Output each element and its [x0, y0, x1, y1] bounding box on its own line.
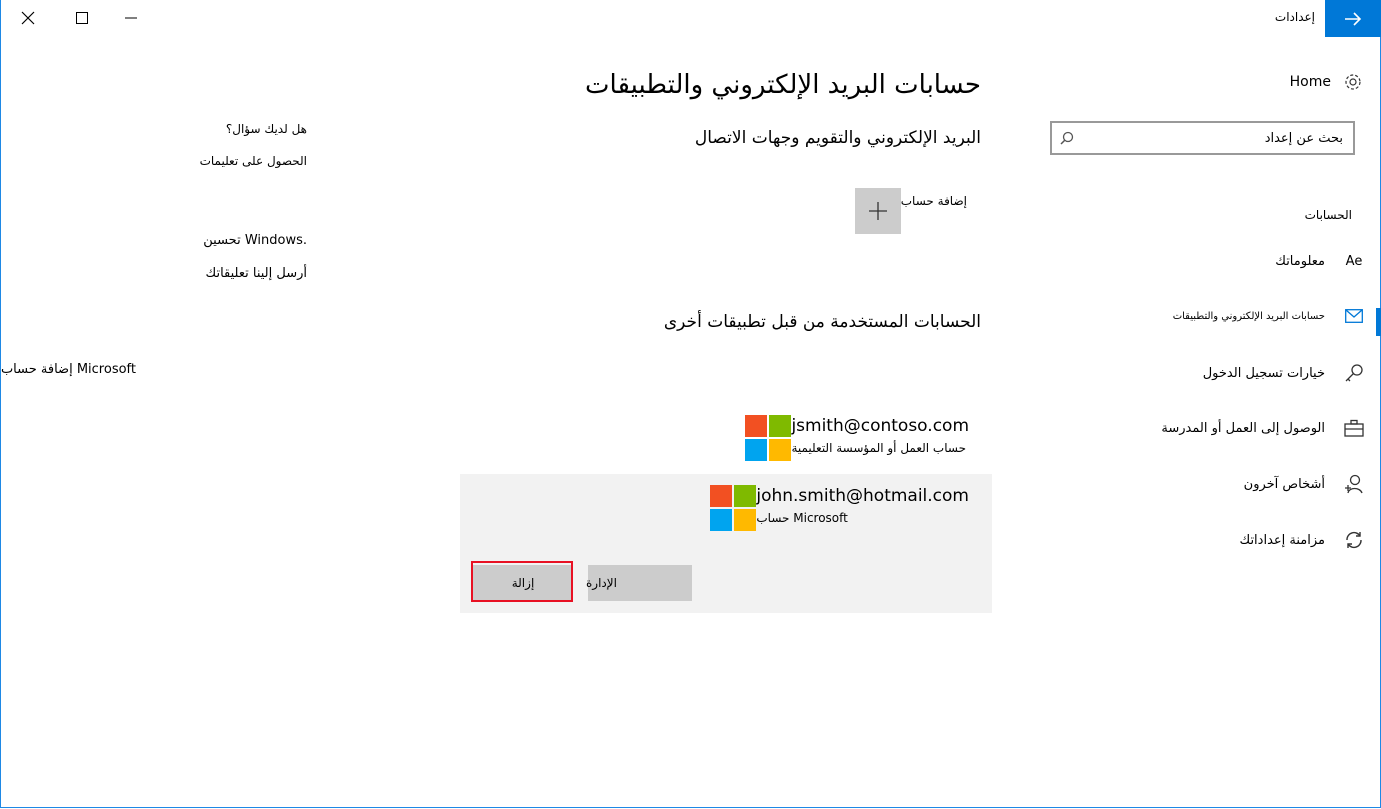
sidebar-item-label: حسابات البريد الإلكتروني والتطبيقات: [1172, 310, 1325, 322]
sidebar-item-sign-in-options[interactable]: خيارات تسجيل الدخول: [1021, 353, 1381, 393]
title-bar: إعدادات: [0, 0, 1381, 38]
manage-button[interactable]: الإدارة: [586, 565, 692, 601]
minimize-icon: [125, 17, 137, 19]
minimize-button[interactable]: [108, 0, 154, 36]
maximize-button[interactable]: [59, 0, 105, 36]
close-button[interactable]: [5, 0, 51, 36]
briefcase-icon: [1343, 417, 1365, 439]
active-indicator: [1376, 308, 1381, 336]
account-email: jsmith@contoso.com: [791, 416, 969, 436]
sidebar-item-work-school[interactable]: الوصول إلى العمل أو المدرسة: [1021, 408, 1381, 448]
account-type: حساب Microsoft: [756, 511, 848, 525]
person-add-icon: [1343, 473, 1365, 495]
maximize-icon: [76, 12, 88, 24]
your-info-icon: Ae: [1345, 253, 1363, 269]
arrow-right-icon: [1345, 11, 1362, 26]
sidebar-item-label: خيارات تسجيل الدخول: [1202, 365, 1325, 381]
section-email-calendar: البريد الإلكتروني والتقويم وجهات الاتصال: [694, 128, 981, 148]
mail-icon: [1343, 305, 1365, 327]
highlight-box: [471, 561, 573, 602]
microsoft-logo-icon: [745, 415, 792, 461]
microsoft-logo-icon: [710, 485, 757, 531]
feedback-link[interactable]: أرسل إلينا تعليقاتك: [206, 266, 308, 281]
sidebar-item-email-accounts[interactable]: حسابات البريد الإلكتروني والتطبيقات: [1021, 296, 1381, 336]
help-question: هل لديك سؤال؟: [225, 122, 307, 136]
search-placeholder: بحث عن إعداد: [1264, 131, 1343, 146]
plus-icon: [854, 188, 901, 234]
manage-label: الإدارة: [586, 576, 617, 590]
account-type: حساب العمل أو المؤسسة التعليمية: [791, 441, 967, 455]
close-icon: [21, 11, 35, 25]
gear-icon: [1345, 74, 1361, 90]
back-button[interactable]: [1325, 0, 1381, 37]
section-other-apps: الحسابات المستخدمة من قبل تطبيقات أخرى: [663, 312, 981, 332]
sidebar-item-label: مزامنة إعداداتك: [1239, 532, 1325, 548]
account-email: john.smith@hotmail.com: [756, 486, 969, 506]
sidebar-item-other-people[interactable]: أشخاص آخرون: [1021, 464, 1381, 504]
sidebar-item-label: أشخاص آخرون: [1243, 476, 1325, 492]
get-help-link[interactable]: الحصول على تعليمات: [200, 154, 307, 168]
sync-icon: [1343, 529, 1365, 551]
key-icon: [1343, 362, 1365, 384]
add-account-button[interactable]: إضافة حساب: [854, 188, 981, 234]
home-label: Home: [1289, 74, 1331, 90]
account-item-contoso[interactable]: jsmith@contoso.com حساب العمل أو المؤسسة…: [745, 415, 981, 461]
search-box[interactable]: بحث عن إعداد: [1050, 121, 1355, 155]
home-link[interactable]: Home: [1290, 72, 1363, 92]
sidebar-heading: الحسابات: [1304, 208, 1352, 222]
page-title: حسابات البريد الإلكتروني والتطبيقات: [585, 70, 981, 100]
account-item-hotmail[interactable]: john.smith@hotmail.com حساب Microsoft: [710, 485, 981, 531]
add-microsoft-account-link[interactable]: إضافة حساب Microsoft: [1, 362, 136, 377]
sidebar-item-label: الوصول إلى العمل أو المدرسة: [1161, 420, 1325, 436]
sidebar-item-label: معلوماتك: [1275, 253, 1325, 269]
improve-windows-heading: تحسين Windows.: [203, 233, 307, 248]
add-account-label: إضافة حساب: [900, 194, 967, 208]
search-icon[interactable]: [1060, 131, 1074, 145]
window-title: إعدادات: [1274, 10, 1315, 24]
sidebar-item-sync[interactable]: مزامنة إعداداتك: [1021, 520, 1381, 560]
sidebar-item-your-info[interactable]: Ae معلوماتك: [1021, 241, 1381, 281]
